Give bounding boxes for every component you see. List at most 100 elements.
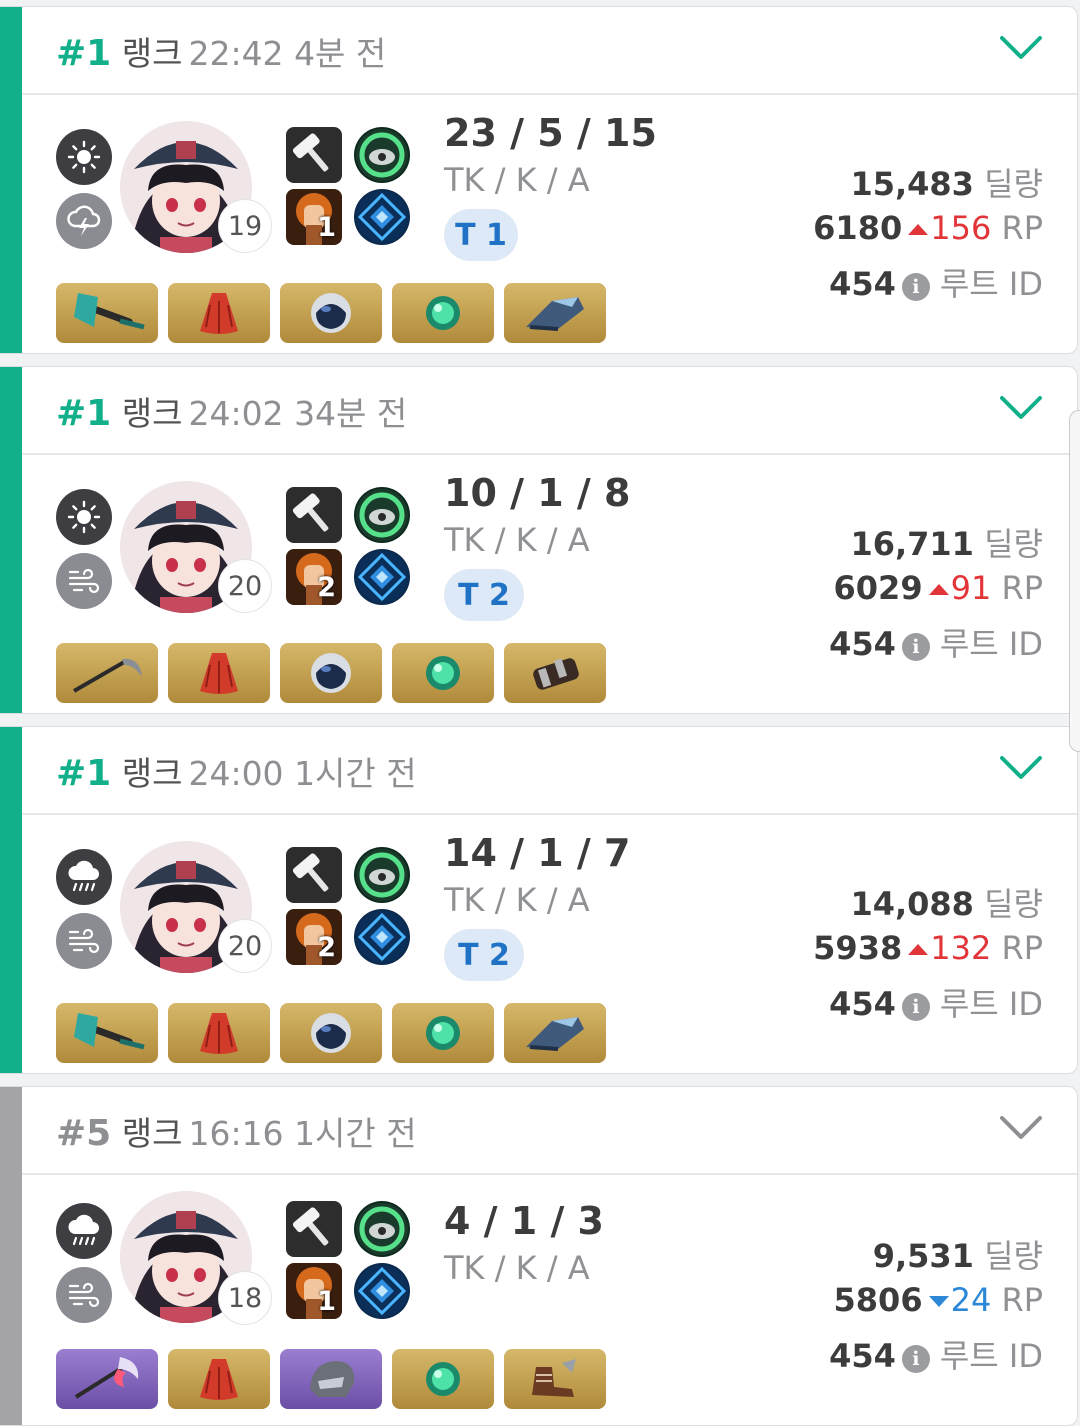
green-orb-icon[interactable] — [392, 1349, 494, 1409]
green-orb-icon[interactable] — [392, 283, 494, 343]
damage-label: 딜량 — [984, 885, 1043, 923]
trait-level: 1 — [317, 212, 336, 243]
hammer-icon — [286, 1201, 342, 1257]
time-ago: 1시간 전 — [294, 754, 417, 793]
red-cloak-icon[interactable] — [168, 283, 270, 343]
result-bar — [0, 1087, 22, 1425]
rp-stat: 5806 24 RP — [834, 1281, 1043, 1319]
info-icon[interactable]: i — [901, 633, 930, 661]
kda-label: TK / K / A — [444, 521, 590, 559]
result-bar — [0, 7, 22, 353]
helmet-icon[interactable] — [280, 1003, 382, 1063]
rank-word: 랭크 — [121, 34, 183, 73]
chevron-down-icon[interactable] — [999, 753, 1043, 783]
rp-delta: 24 — [950, 1281, 992, 1319]
purple-helmet-icon[interactable] — [280, 1349, 382, 1409]
match-header[interactable]: #1 랭크 24:02 34분 전 — [22, 367, 1077, 455]
team-badge: T 2 — [444, 569, 524, 621]
damage-label: 딜량 — [984, 525, 1043, 563]
info-icon[interactable]: i — [901, 1345, 930, 1373]
rp-delta: 156 — [930, 209, 992, 247]
sun-icon — [56, 129, 112, 185]
sub-trait-icon — [354, 189, 410, 245]
helmet-icon[interactable] — [280, 643, 382, 703]
green-orb-icon[interactable] — [392, 1003, 494, 1063]
trait-level: 2 — [317, 932, 336, 963]
damage-value: 16,711 — [850, 525, 974, 563]
trait-fist-icon: 2 — [286, 549, 342, 605]
trait-level: 2 — [317, 572, 336, 603]
helmet-icon[interactable] — [280, 283, 382, 343]
tactical-skill-icon — [354, 847, 410, 903]
game-duration: 24:00 — [188, 754, 284, 793]
trait-fist-icon: 1 — [286, 189, 342, 245]
red-cloak-icon[interactable] — [168, 643, 270, 703]
purple-axe-icon[interactable] — [56, 1349, 158, 1409]
red-cloak-icon[interactable] — [168, 1349, 270, 1409]
blue-boots-icon[interactable] — [504, 283, 606, 343]
rank-number: #1 — [56, 393, 112, 434]
axe-icon[interactable] — [56, 283, 158, 343]
damage-label: 딜량 — [984, 1237, 1043, 1275]
damage-stat: 9,531 딜량 — [873, 1231, 1043, 1277]
game-duration: 22:42 — [188, 34, 284, 73]
red-cloak-icon[interactable] — [168, 1003, 270, 1063]
character-level: 20 — [218, 559, 272, 613]
rp-value: 6180 — [813, 209, 903, 247]
green-orb-icon[interactable] — [392, 643, 494, 703]
match-header[interactable]: #1 랭크 22:42 4분 전 — [22, 7, 1077, 95]
match-card[interactable]: #1 랭크 24:02 34분 전 20 2 10 / 1 / 8 TK / K … — [0, 366, 1078, 714]
match-card[interactable]: #1 랭크 22:42 4분 전 19 1 23 / 5 / 15 TK / K … — [0, 6, 1078, 354]
character-level: 19 — [218, 199, 272, 253]
kda-value: 14 / 1 / 7 — [444, 831, 631, 875]
root-id-label: 루트 ID — [939, 1337, 1043, 1375]
rank-number: #1 — [56, 753, 112, 794]
damage-value: 14,088 — [850, 885, 974, 923]
match-card[interactable]: #5 랭크 16:16 1시간 전 18 1 4 / 1 / 3 TK / K /… — [0, 1086, 1078, 1426]
rank-word: 랭크 — [121, 754, 183, 793]
sub-trait-icon — [354, 909, 410, 965]
dark-boots-icon[interactable] — [504, 643, 606, 703]
kda-value: 10 / 1 / 8 — [444, 471, 631, 515]
tactical-skill-icon — [354, 1201, 410, 1257]
chevron-down-icon[interactable] — [999, 393, 1043, 423]
team-badge: T 2 — [444, 929, 524, 981]
hammer-icon — [286, 127, 342, 183]
scythe-icon[interactable] — [56, 643, 158, 703]
rank-word: 랭크 — [121, 1114, 183, 1153]
rp-stat: 6180 156 RP — [813, 209, 1043, 247]
info-icon[interactable]: i — [901, 273, 930, 301]
match-card[interactable]: #1 랭크 24:00 1시간 전 20 2 14 / 1 / 7 TK / K … — [0, 726, 1078, 1074]
scrollbar[interactable] — [1069, 410, 1080, 752]
character-level: 20 — [218, 919, 272, 973]
root-id-value: 454 — [829, 985, 896, 1023]
kda-value: 4 / 1 / 3 — [444, 1199, 604, 1243]
tactical-skill-icon — [354, 127, 410, 183]
rp-value: 5806 — [833, 1281, 923, 1319]
time-ago: 34분 전 — [294, 394, 408, 433]
rp-label: RP — [1001, 569, 1043, 607]
match-header[interactable]: #1 랭크 24:00 1시간 전 — [22, 727, 1077, 815]
rp-up-icon — [928, 584, 949, 595]
blue-boots-icon[interactable] — [504, 1003, 606, 1063]
rp-label: RP — [1001, 929, 1043, 967]
hammer-icon — [286, 487, 342, 543]
rp-delta: 132 — [930, 929, 992, 967]
thunder-cloud-icon — [56, 193, 112, 249]
chevron-down-icon[interactable] — [999, 33, 1043, 63]
rp-up-icon — [908, 944, 929, 955]
info-icon[interactable]: i — [901, 993, 930, 1021]
rp-up-icon — [908, 224, 929, 235]
brown-boots-icon[interactable] — [504, 1349, 606, 1409]
axe-icon[interactable] — [56, 1003, 158, 1063]
rank-number: #1 — [56, 33, 112, 74]
trait-fist-icon: 2 — [286, 909, 342, 965]
rp-stat: 6029 91 RP — [834, 569, 1043, 607]
chevron-down-icon[interactable] — [999, 1113, 1043, 1143]
root-id-value: 454 — [829, 265, 896, 303]
match-header[interactable]: #5 랭크 16:16 1시간 전 — [22, 1087, 1077, 1175]
root-id-label: 루트 ID — [939, 265, 1043, 303]
root-id-stat: 454 i 루트 ID — [829, 1331, 1043, 1377]
damage-label: 딜량 — [984, 165, 1043, 203]
sub-trait-icon — [354, 549, 410, 605]
